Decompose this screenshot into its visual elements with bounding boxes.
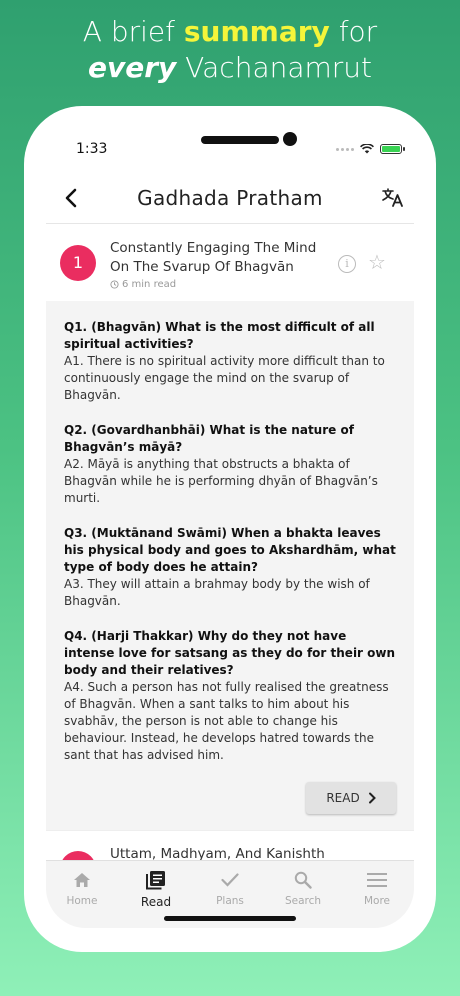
- page-title: Gadhada Pratham: [137, 185, 323, 210]
- read-time: 6 min read: [110, 279, 176, 290]
- headline-text: A brief: [82, 15, 184, 48]
- list-item[interactable]: 1 Constantly Engaging The Mind On The Sv…: [46, 225, 414, 301]
- chapter-number-badge: 1: [60, 245, 96, 281]
- headline-text: for: [329, 15, 378, 48]
- answer: A2. Māyā is anything that obstructs a bh…: [64, 457, 378, 505]
- camera-dot: [283, 132, 297, 146]
- list-item[interactable]: 2 Uttam, Madhyam, And Kanishth Levels Of…: [46, 830, 414, 860]
- back-button[interactable]: [62, 186, 82, 210]
- headline-highlight: summary: [183, 15, 330, 48]
- qa-item: Q2. (Govardhanbhāi) What is the nature o…: [64, 422, 396, 507]
- headline-italic: every: [87, 51, 177, 84]
- speaker-notch: [201, 136, 279, 144]
- tab-home[interactable]: Home: [52, 869, 112, 907]
- home-indicator[interactable]: [164, 916, 296, 921]
- tab-more[interactable]: More: [347, 869, 407, 907]
- read-button[interactable]: READ: [306, 782, 396, 814]
- question: Q4. (Harji Thakkar) Why do they not have…: [64, 629, 396, 677]
- translate-icon[interactable]: [382, 187, 404, 211]
- tab-label: Read: [140, 895, 172, 909]
- tab-label: More: [363, 895, 391, 907]
- answer: A4. Such a person has not fully realised…: [64, 680, 389, 762]
- status-icons: [336, 144, 405, 154]
- chapter-list[interactable]: 1 Constantly Engaging The Mind On The Sv…: [46, 225, 414, 860]
- headline-text: Vachanamrut: [176, 51, 373, 84]
- clock-icon: [110, 280, 119, 289]
- chapter-title[interactable]: Uttam, Madhyam, And Kanishth Levels Of V…: [110, 845, 330, 860]
- headline-line-1: A brief summary for: [0, 14, 460, 50]
- chapter-number-badge: 2: [60, 851, 96, 860]
- read-time-text: 6 min read: [122, 279, 177, 290]
- info-icon[interactable]: i: [338, 255, 356, 273]
- menu-icon: [367, 873, 387, 887]
- phone-frame: 1:33 Gadhada Pratham 1 Constantly Engagi…: [24, 106, 436, 952]
- nav-bar: Gadhada Pratham: [46, 172, 414, 224]
- promo-headline: A brief summary for every Vachanamrut: [0, 14, 460, 86]
- question: Q2. (Govardhanbhāi) What is the nature o…: [64, 423, 354, 454]
- headline-line-2: every Vachanamrut: [0, 50, 460, 86]
- app-screen: 1:33 Gadhada Pratham 1 Constantly Engagi…: [46, 128, 414, 928]
- qa-item: Q3. (Muktānand Swāmi) When a bhakta leav…: [64, 525, 396, 610]
- question: Q1. (Bhagvān) What is the most difficult…: [64, 320, 375, 351]
- book-icon: [146, 871, 165, 890]
- chevron-right-icon: [368, 792, 376, 804]
- chapter-title[interactable]: Constantly Engaging The Mind On The Svar…: [110, 239, 330, 277]
- signal-icon: [336, 147, 354, 151]
- check-icon: [221, 873, 239, 887]
- tab-read[interactable]: Read: [126, 869, 186, 909]
- tab-label: Search: [284, 895, 322, 907]
- tab-plans[interactable]: Plans: [200, 869, 260, 907]
- read-button-label: READ: [326, 791, 360, 805]
- qa-item: Q4. (Harji Thakkar) Why do they not have…: [64, 628, 396, 764]
- tab-label: Home: [66, 895, 98, 907]
- star-icon[interactable]: ☆: [368, 252, 386, 272]
- summary-panel: Q1. (Bhagvān) What is the most difficult…: [46, 301, 414, 830]
- search-icon: [294, 871, 312, 889]
- answer: A1. There is no spiritual activity more …: [64, 354, 385, 402]
- battery-icon: [380, 144, 405, 154]
- wifi-icon: [360, 144, 374, 154]
- home-icon: [74, 873, 90, 887]
- answer: A3. They will attain a brahmay body by t…: [64, 577, 370, 608]
- read-button-row: READ: [64, 782, 396, 814]
- qa-item: Q1. (Bhagvān) What is the most difficult…: [64, 319, 396, 404]
- status-time: 1:33: [76, 141, 108, 157]
- tab-label: Plans: [216, 895, 244, 907]
- question: Q3. (Muktānand Swāmi) When a bhakta leav…: [64, 526, 396, 574]
- tab-search[interactable]: Search: [273, 869, 333, 907]
